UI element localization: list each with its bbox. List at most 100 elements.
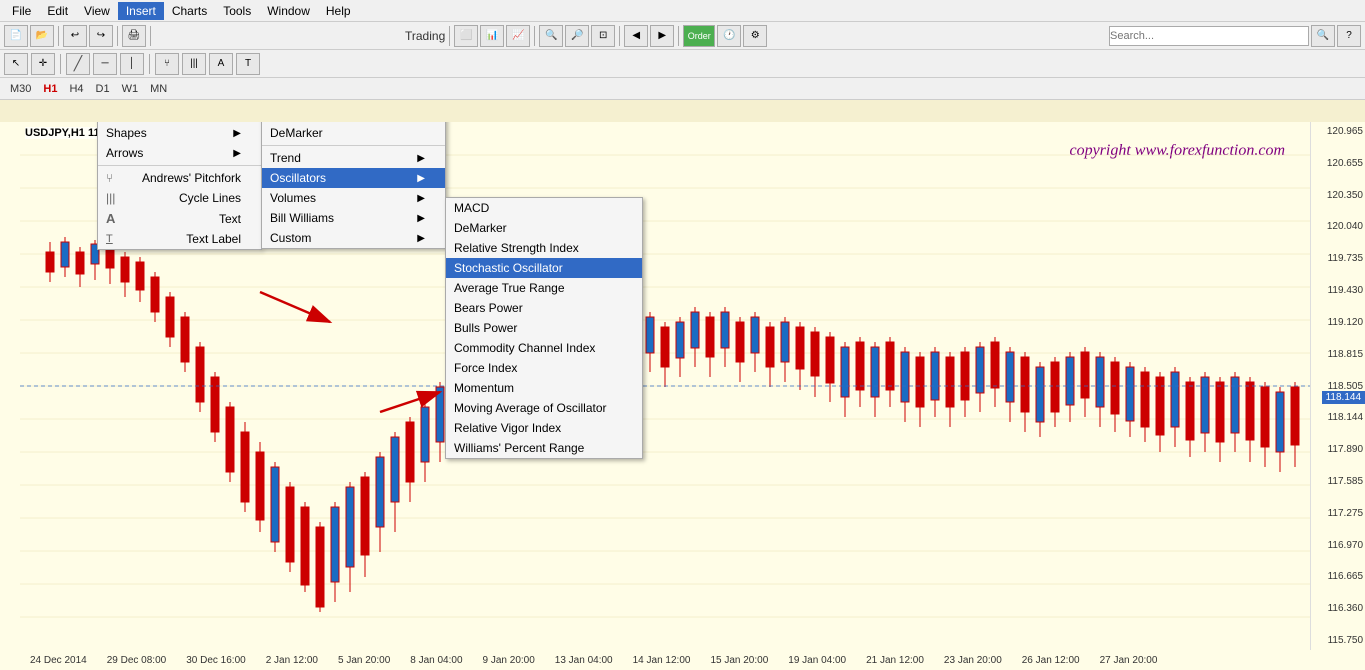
price-tick-13: 117.275 xyxy=(1313,508,1363,519)
menu-arrows[interactable]: Arrows ▶ xyxy=(98,143,261,163)
chart-area: USDJPY,H1 118. copyright www.forexfuncti… xyxy=(0,122,1365,670)
time-label-3: 30 Dec 16:00 xyxy=(186,655,246,666)
menu-cycle-lines[interactable]: ||| Cycle Lines xyxy=(98,188,261,208)
search-input[interactable] xyxy=(1109,26,1309,46)
search-button[interactable]: 🔍 xyxy=(1311,25,1335,47)
menu-andrews-pitchfork[interactable]: ⑂ Andrews' Pitchfork xyxy=(98,168,261,188)
time-axis: 24 Dec 2014 29 Dec 08:00 30 Dec 16:00 2 … xyxy=(20,650,1310,670)
open-button[interactable]: 📂 xyxy=(30,25,54,47)
osc-rsi[interactable]: Relative Strength Index xyxy=(446,238,642,258)
menu-pitchfork-label: Andrews' Pitchfork xyxy=(142,171,241,185)
osc-bulls-power[interactable]: Bulls Power xyxy=(446,318,642,338)
osc-cci[interactable]: Commodity Channel Index xyxy=(446,338,642,358)
menu-charts[interactable]: Charts xyxy=(164,2,215,20)
osc-macd[interactable]: MACD xyxy=(446,198,642,218)
price-tick-7: 119.120 xyxy=(1313,317,1363,328)
scroll-left-button[interactable]: ◀ xyxy=(624,25,648,47)
new-order-button[interactable]: Order xyxy=(683,25,715,47)
osc-rvi[interactable]: Relative Vigor Index xyxy=(446,418,642,438)
sub-bill-williams[interactable]: Bill Williams ▶ xyxy=(262,208,445,228)
cursor-button[interactable]: ↖ xyxy=(4,53,28,75)
draw-sep-2 xyxy=(149,54,150,74)
zoom-out-button[interactable]: 🔎 xyxy=(565,25,589,47)
osc-stochastic[interactable]: Stochastic Oscillator xyxy=(446,258,642,278)
arrow-icon: ▶ xyxy=(417,213,425,224)
zoom-in-button[interactable]: 🔍 xyxy=(539,25,563,47)
sub-trend[interactable]: Trend ▶ xyxy=(262,148,445,168)
menu-insert[interactable]: Insert xyxy=(118,2,164,20)
menu-window[interactable]: Window xyxy=(259,2,318,20)
menu-arrows-label: Arrows xyxy=(106,146,143,160)
cycle-lines-button[interactable]: ||| xyxy=(182,53,206,75)
time-label-11: 19 Jan 04:00 xyxy=(788,655,846,666)
bar-chart-button[interactable]: ⬜ xyxy=(454,25,478,47)
osc-momentum[interactable]: Momentum xyxy=(446,378,642,398)
clock-button[interactable]: 🕐 xyxy=(717,25,741,47)
price-tick-16: 116.360 xyxy=(1313,603,1363,614)
menu-edit[interactable]: Edit xyxy=(39,2,76,20)
sub-volumes[interactable]: Volumes ▶ xyxy=(262,188,445,208)
menu-tools[interactable]: Tools xyxy=(215,2,259,20)
tf-h4[interactable]: H4 xyxy=(63,81,89,97)
time-label-2: 29 Dec 08:00 xyxy=(107,655,167,666)
menu-sep xyxy=(98,165,261,166)
new-chart-button[interactable]: 📄 xyxy=(4,25,28,47)
osc-demarker[interactable]: DeMarker xyxy=(446,218,642,238)
menu-file[interactable]: File xyxy=(4,2,39,20)
hline-button[interactable]: ─ xyxy=(93,53,117,75)
tf-w1[interactable]: W1 xyxy=(116,81,145,97)
osc-momentum-label: Momentum xyxy=(454,381,514,395)
osc-bears-power[interactable]: Bears Power xyxy=(446,298,642,318)
sub-demarker[interactable]: DeMarker xyxy=(262,123,445,143)
tf-mn[interactable]: MN xyxy=(144,81,173,97)
menu-view[interactable]: View xyxy=(76,2,118,20)
osc-force-index[interactable]: Force Index xyxy=(446,358,642,378)
arrow-icon: ▶ xyxy=(417,233,425,244)
line-chart-button[interactable]: 📈 xyxy=(506,25,530,47)
crosshair-button[interactable]: ✛ xyxy=(31,53,55,75)
sub-trend-label: Trend xyxy=(270,151,301,165)
menu-help[interactable]: Help xyxy=(318,2,359,20)
tf-m30[interactable]: M30 xyxy=(4,81,37,97)
ind-sep xyxy=(262,145,445,146)
undo-button[interactable]: ↩ xyxy=(63,25,87,47)
osc-atr-label: Average True Range xyxy=(454,281,565,295)
osc-osma-label: Moving Average of Oscillator xyxy=(454,401,607,415)
price-tick-2: 120.655 xyxy=(1313,158,1363,169)
time-label-9: 14 Jan 12:00 xyxy=(633,655,691,666)
osc-williams-percent-label: Williams' Percent Range xyxy=(454,441,584,455)
osc-atr[interactable]: Average True Range xyxy=(446,278,642,298)
osc-williams-percent[interactable]: Williams' Percent Range xyxy=(446,438,642,458)
text-button[interactable]: A xyxy=(209,53,233,75)
print-button[interactable]: 🖨 xyxy=(122,25,146,47)
menu-text[interactable]: A Text xyxy=(98,208,261,229)
trendline-button[interactable]: ╱ xyxy=(66,53,90,75)
scroll-right-button[interactable]: ▶ xyxy=(650,25,674,47)
vline-button[interactable]: │ xyxy=(120,53,144,75)
draw-sep-1 xyxy=(60,54,61,74)
settings-button[interactable]: ⚙ xyxy=(743,25,767,47)
menu-shapes-label: Shapes xyxy=(106,126,147,140)
osc-osma[interactable]: Moving Average of Oscillator xyxy=(446,398,642,418)
arrow-icon: ▶ xyxy=(417,153,425,164)
menu-textlabel-icon: T xyxy=(106,233,113,245)
fit-screen-button[interactable]: ⊡ xyxy=(591,25,615,47)
price-tick-9: 118.505 xyxy=(1313,381,1363,392)
sub-volumes-label: Volumes xyxy=(270,191,316,205)
text-label-button[interactable]: T xyxy=(236,53,260,75)
tf-d1[interactable]: D1 xyxy=(90,81,116,97)
sub-billwilliams-label: Bill Williams xyxy=(270,211,334,225)
pitchfork-button[interactable]: ⑂ xyxy=(155,53,179,75)
menu-text-label[interactable]: T Text Label xyxy=(98,229,261,249)
price-tick-1: 120.965 xyxy=(1313,126,1363,137)
help-button[interactable]: ? xyxy=(1337,25,1361,47)
time-label-4: 2 Jan 12:00 xyxy=(266,655,318,666)
sub-custom[interactable]: Custom ▶ xyxy=(262,228,445,248)
candle-chart-button[interactable]: 📊 xyxy=(480,25,504,47)
menu-shapes[interactable]: Shapes ▶ xyxy=(98,123,261,143)
time-label-14: 26 Jan 12:00 xyxy=(1022,655,1080,666)
redo-button[interactable]: ↪ xyxy=(89,25,113,47)
sub-oscillators[interactable]: Oscillators ▶ xyxy=(262,168,445,188)
price-tick-17: 115.750 xyxy=(1313,635,1363,646)
tf-h1[interactable]: H1 xyxy=(37,81,63,97)
